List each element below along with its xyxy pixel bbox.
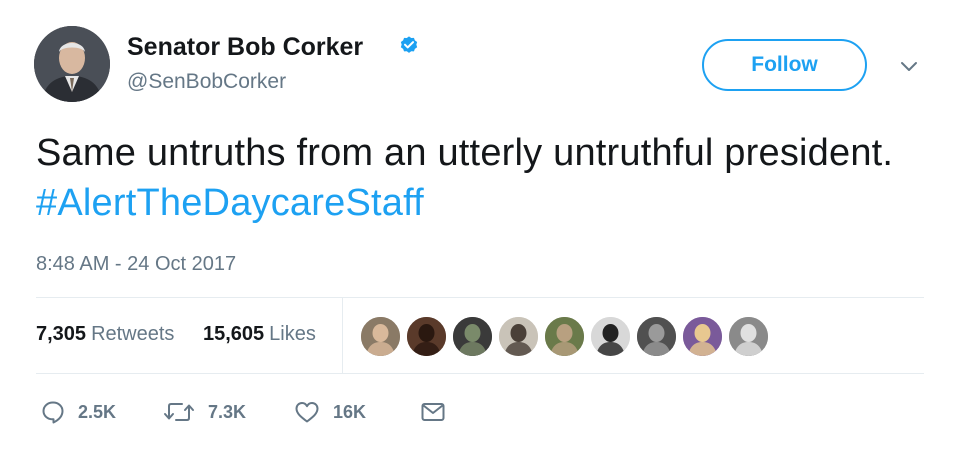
liker-avatar-image	[453, 317, 492, 356]
chevron-down-icon[interactable]	[898, 56, 920, 76]
author-handle[interactable]: @SenBobCorker	[127, 70, 286, 94]
liker-avatar[interactable]	[452, 316, 493, 357]
liker-avatar-image	[683, 317, 722, 356]
reply-count: 2.5K	[78, 401, 117, 422]
liker-avatar[interactable]	[498, 316, 539, 357]
retweets-count: 7,305	[36, 323, 87, 345]
retweets-stat[interactable]: 7,305 Retweets	[36, 323, 174, 346]
tweet-text: Same untruths from an utterly untruthful…	[36, 128, 936, 228]
verified-badge-icon	[400, 36, 418, 53]
like-count: 16K	[333, 401, 367, 422]
liker-avatar-image	[361, 317, 400, 356]
liker-avatar[interactable]	[682, 316, 723, 357]
tweet-timestamp[interactable]: 8:48 AM - 24 Oct 2017	[36, 253, 236, 276]
liker-avatar-image	[545, 317, 584, 356]
liker-avatar[interactable]	[590, 316, 631, 357]
liker-avatar-image	[729, 317, 768, 356]
likes-count: 15,605	[203, 323, 265, 345]
retweet-arrows-icon	[164, 403, 194, 421]
hashtag-link[interactable]: #AlertTheDaycareStaff	[36, 182, 424, 224]
likes-stat[interactable]: 15,605 Likes	[203, 323, 316, 346]
author-name[interactable]: Senator Bob Corker	[127, 33, 363, 62]
likes-label: Likes	[269, 323, 316, 345]
liker-avatar[interactable]	[636, 316, 677, 357]
reply-button[interactable]: 2.5K	[40, 399, 116, 425]
author-avatar-image	[34, 26, 110, 102]
speech-bubble-icon	[42, 401, 64, 424]
liker-avatar-image	[407, 317, 446, 356]
heart-icon	[295, 402, 319, 423]
liker-avatar[interactable]	[728, 316, 769, 357]
retweet-count: 7.3K	[208, 401, 247, 422]
divider	[36, 297, 924, 298]
liker-avatar[interactable]	[406, 316, 447, 357]
follow-button[interactable]: Follow	[702, 39, 867, 91]
author-avatar[interactable]	[34, 26, 110, 102]
envelope-icon	[421, 403, 445, 421]
direct-message-button[interactable]	[419, 399, 447, 425]
retweets-label: Retweets	[91, 323, 175, 345]
liker-avatar-image	[591, 317, 630, 356]
liker-avatar[interactable]	[544, 316, 585, 357]
tweet-body: Same untruths from an utterly untruthful…	[36, 132, 894, 174]
divider	[342, 298, 343, 373]
liker-avatar[interactable]	[360, 316, 401, 357]
liker-avatar-image	[499, 317, 538, 356]
retweet-button[interactable]: 7.3K	[162, 399, 246, 425]
liker-avatar-image	[637, 317, 676, 356]
like-button[interactable]: 16K	[293, 399, 366, 425]
divider	[36, 373, 924, 374]
